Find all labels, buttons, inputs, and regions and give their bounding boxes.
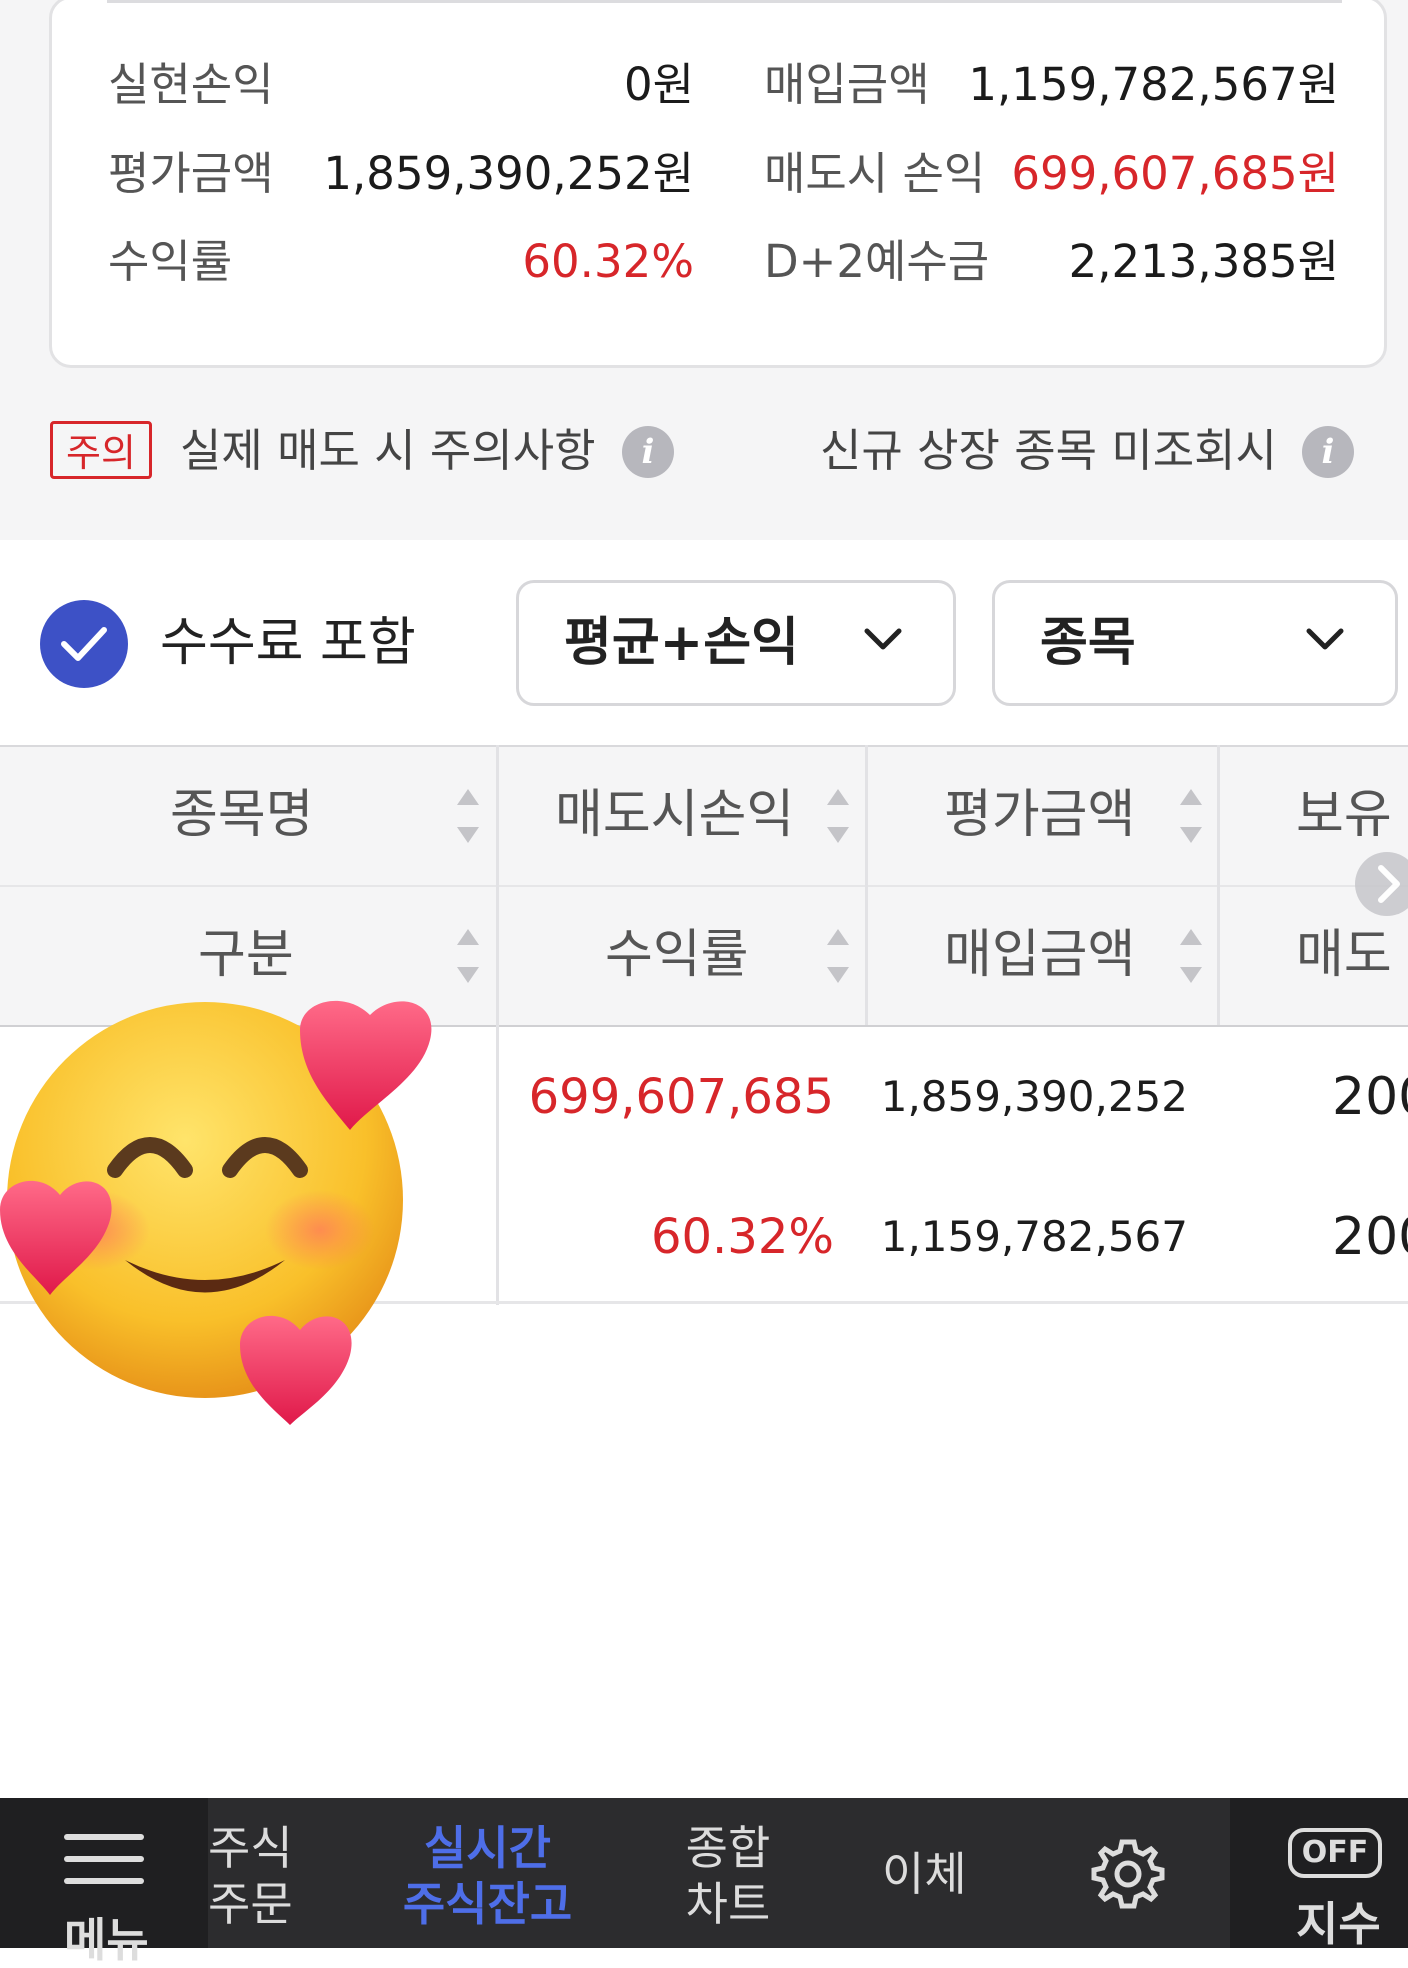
summary-row-realized: 실현손익 0원 매입금액 1,159,782,567원 [52,55,1384,115]
nav-label-line: 주식 [208,1821,293,1875]
column-divider [865,745,868,1025]
fee-include-label[interactable]: 수수료 포함 [160,608,416,678]
column-header-sell-pl[interactable]: 매도시손익 [499,747,865,885]
nav-realtime-balance[interactable]: 실시간 주식잔고 [400,1820,575,1932]
index-label: 지수 [1296,1897,1381,1951]
sell-pl-label: 매도시 손익 [764,147,986,200]
nav-label-line: 종합 [685,1821,771,1875]
smiling-face-with-hearts-emoji [0,1000,432,1425]
gear-icon[interactable] [1090,1836,1166,1912]
column-header-label: 수익률 [605,925,749,985]
nav-stock-order[interactable]: 주식 주문 [208,1820,293,1932]
nav-label-line: 실시간 [424,1821,551,1875]
sort-arrows-icon[interactable] [825,787,851,845]
check-icon [61,627,107,661]
sell-caution-link[interactable]: 실제 매도 시 주의사항 [180,418,596,484]
return-rate-value: 60.32% [522,235,694,288]
purchase-amount-label: 매입금액 [764,58,930,111]
column-header-purchase-amount[interactable]: 매입금액 [868,887,1217,1025]
column-header-return-rate[interactable]: 수익률 [499,887,865,1025]
notice-row: 주의 실제 매도 시 주의사항 i 신규 상장 종목 미조회시 i [0,418,1408,488]
eval-amount-label: 평가금액 [108,147,274,200]
nav-label-line: 주문 [208,1877,293,1931]
sell-pl-cell: 699,607,685 [528,1069,834,1125]
sort-select[interactable]: 종목 [992,580,1398,706]
table-header-row: 종목명 매도시손익 평가금액 보유 [0,745,1408,885]
menu-button[interactable]: 메뉴 [0,1798,208,1967]
column-header-label: 매도시손익 [555,785,795,845]
sort-value: 종목 [1040,613,1136,673]
column-header-stock-name[interactable]: 종목명 [0,747,496,885]
account-summary-area: 실현손익 0원 매입금액 1,159,782,567원 평가금액 1,859,3… [0,0,1408,540]
info-icon[interactable]: i [1302,426,1354,478]
return-rate-label: 수익률 [108,235,233,288]
d2-deposit-value: 2,213,385원 [1068,235,1339,288]
return-rate-cell: 60.32% [650,1209,834,1265]
column-header-label: 매입금액 [944,925,1136,985]
nav-transfer[interactable]: 이체 [882,1846,967,1902]
column-divider [1217,745,1220,1025]
sort-arrows-icon[interactable] [1178,787,1204,845]
chevron-down-icon [864,628,902,650]
new-listing-link[interactable]: 신규 상장 종목 미조회시 [820,418,1277,484]
nav-label-line: 주식잔고 [402,1877,573,1931]
eval-amount-cell: 1,859,390,252 [880,1072,1188,1121]
sellable-qty-cell: 200 [1332,1207,1408,1267]
fee-include-checkbox[interactable] [40,600,128,688]
d2-deposit-label: D+2예수금 [764,235,990,288]
sort-arrows-icon[interactable] [455,787,481,845]
summary-card: 실현손익 0원 매입금액 1,159,782,567원 평가금액 1,859,3… [49,0,1387,368]
column-header-label: 종목명 [170,785,314,845]
hamburger-icon [64,1834,144,1900]
sort-arrows-icon[interactable] [1178,927,1204,985]
realized-pl-label: 실현손익 [108,58,274,111]
view-mode-select[interactable]: 평균+손익 [516,580,956,706]
sell-pl-value: 699,607,685원 [1011,147,1339,200]
sort-arrows-icon[interactable] [825,927,851,985]
view-mode-value: 평균+손익 [564,613,799,673]
summary-divider [107,0,1342,3]
caution-badge: 주의 [50,421,152,479]
info-icon[interactable]: i [622,426,674,478]
nav-label-line: 차트 [685,1877,771,1931]
chevron-right-icon [1378,865,1400,903]
eval-amount-value: 1,859,390,252원 [323,147,694,200]
bottom-navigation: 메뉴 주식 주문 실시간 주식잔고 종합 차트 이체 지수 [0,1798,1408,1967]
realized-pl-value: 0원 [623,58,694,111]
column-header-label: 평가금액 [944,785,1136,845]
nav-chart[interactable]: 종합 차트 [672,1820,784,1932]
summary-row-eval: 평가금액 1,859,390,252원 매도시 손익 699,607,685원 [52,144,1384,204]
index-off-badge[interactable]: OFF [1288,1828,1382,1878]
summary-row-return: 수익률 60.32% D+2예수금 2,213,385원 [52,232,1384,292]
purchase-amount-cell: 1,159,782,567 [880,1212,1188,1261]
chevron-down-icon [1306,628,1344,650]
holdings-qty-cell: 200 [1332,1067,1408,1127]
purchase-amount-value: 1,159,782,567원 [968,58,1339,111]
scroll-right-button[interactable] [1355,852,1408,916]
column-header-eval-amount[interactable]: 평가금액 [868,747,1217,885]
menu-label: 메뉴 [64,1913,149,1967]
sort-arrows-icon[interactable] [455,927,481,985]
